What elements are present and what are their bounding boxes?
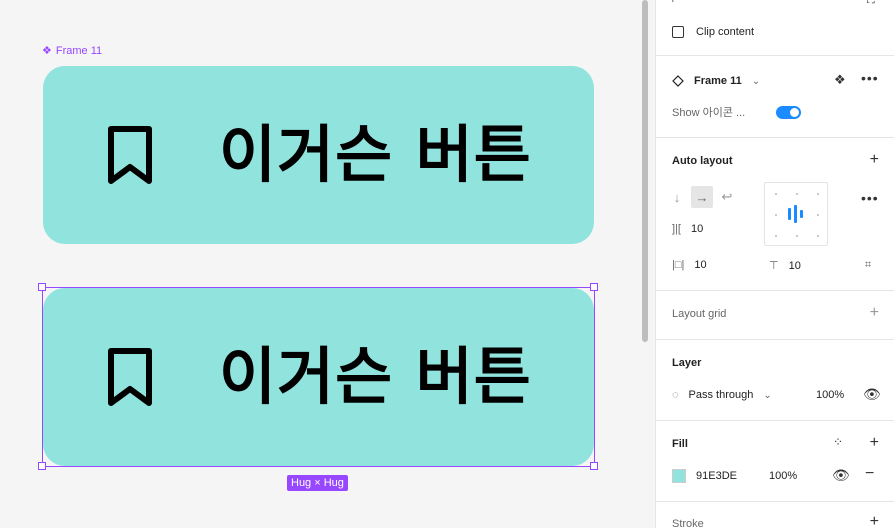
direction-wrap-icon[interactable]: ↩ (716, 186, 738, 208)
alignment-grid[interactable] (764, 182, 828, 246)
add-icon[interactable]: + (870, 151, 879, 169)
stroke-title: Stroke (672, 518, 704, 528)
padding-horizontal-row[interactable]: |□| 10 (672, 259, 707, 271)
component-icon: ❖ (42, 45, 52, 57)
resize-handle-top-left[interactable] (38, 283, 46, 291)
auto-layout-section: Auto layout + ↓ → ↩ ]|[ 10 ••• |□| 10 ⊤ … (656, 137, 894, 290)
blend-drop-icon: ◌ (672, 389, 679, 401)
style-grid-icon[interactable]: ⁘ (833, 435, 843, 449)
resize-handle-bottom-right[interactable] (590, 462, 598, 470)
clip-content-label: Clip content (696, 26, 755, 38)
eye-icon[interactable]: 👁 (832, 467, 850, 484)
resize-handle-bottom-left[interactable] (38, 462, 46, 470)
independent-padding-icon[interactable]: ⌗ (865, 259, 871, 272)
add-icon[interactable]: + (870, 434, 879, 452)
fill-section: Fill ⁘ + 91E3DE 100% 👁 − (656, 420, 894, 501)
padding-horizontal-icon: |□| (672, 259, 685, 271)
component-property-row[interactable]: Show 아이콘 ... (672, 105, 745, 119)
fill-hex[interactable]: 91E3DE (696, 470, 737, 482)
layout-grid-title: Layout grid (672, 308, 727, 320)
fullscreen-icon[interactable]: ⛶ (867, 0, 875, 7)
add-icon[interactable]: + (870, 513, 879, 528)
align-indicator (788, 208, 791, 220)
button-label: 이거슨 버튼 (219, 118, 532, 191)
padding-vertical-icon: ⊤ (769, 260, 779, 272)
eye-icon[interactable]: 👁 (863, 386, 881, 403)
chevron-down-icon: ⌄ (763, 389, 772, 401)
dimensions-row-partial: ⌐ ⛶ (672, 0, 882, 6)
size-badge: Hug × Hug (287, 475, 348, 491)
constraint-icon: ⌐ (672, 0, 678, 6)
direction-horizontal-icon[interactable]: → (691, 186, 713, 208)
fill-title: Fill (672, 438, 688, 450)
component-icon[interactable]: ❖ (834, 72, 846, 88)
more-options-icon[interactable]: ••• (861, 190, 879, 206)
padding-vertical-row[interactable]: ⊤ 10 (769, 259, 801, 273)
component-section: Frame 11 ⌄ ❖ ••• Show 아이콘 ... (656, 55, 894, 137)
bookmark-icon (108, 126, 152, 184)
direction-vertical-icon[interactable]: ↓ (666, 186, 688, 208)
button-instance[interactable]: 이거슨 버튼 (43, 288, 594, 466)
component-name: Frame 11 (694, 75, 742, 87)
layer-section: Layer ◌ Pass through ⌄ 100% 👁 (656, 339, 894, 420)
gap-icon: ]|[ (672, 223, 681, 235)
component-name-row[interactable]: Frame 11 ⌄ (672, 73, 760, 89)
canvas-scrollbar[interactable] (640, 0, 648, 528)
blend-mode-select[interactable]: ◌ Pass through ⌄ (672, 389, 772, 401)
fill-color-row[interactable]: 91E3DE (672, 469, 737, 483)
scroll-thumb[interactable] (642, 0, 648, 342)
color-swatch[interactable] (672, 469, 686, 483)
frame-label[interactable]: ❖ Frame 11 (42, 44, 103, 58)
remove-icon[interactable]: − (865, 465, 874, 483)
layout-grid-section: Layout grid + (656, 290, 894, 339)
button-label: 이거슨 버튼 (219, 340, 532, 413)
layer-opacity[interactable]: 100% (816, 389, 844, 401)
gap-row[interactable]: ]|[ 10 (672, 223, 703, 235)
clip-content-row[interactable]: Clip content (672, 24, 754, 40)
clip-content-checkbox[interactable] (672, 26, 684, 38)
blend-mode-value: Pass through (688, 389, 754, 401)
chevron-down-icon[interactable]: ⌄ (752, 76, 760, 87)
more-options-icon[interactable]: ••• (861, 70, 879, 86)
fill-opacity[interactable]: 100% (769, 470, 797, 482)
bookmark-icon (108, 348, 152, 406)
properties-panel: ⌐ ⛶ Clip content Frame 11 ⌄ ❖ ••• Show 아… (655, 0, 894, 528)
instance-diamond-icon (672, 75, 684, 87)
design-canvas[interactable]: ❖ Frame 11 이거슨 버튼 이거슨 버튼 Hug × Hug (0, 0, 643, 528)
frame-label-text: Frame 11 (55, 44, 103, 57)
resize-handle-top-right[interactable] (590, 283, 598, 291)
button-component-main[interactable]: 이거슨 버튼 (43, 66, 594, 244)
stroke-section: Stroke + (656, 501, 894, 528)
layer-title: Layer (672, 357, 702, 369)
padding-vertical-value[interactable]: 10 (789, 260, 801, 272)
auto-layout-title: Auto layout (672, 155, 733, 167)
add-icon[interactable]: + (870, 304, 879, 322)
padding-horizontal-value[interactable]: 10 (694, 259, 706, 271)
gap-value[interactable]: 10 (691, 223, 703, 235)
property-label: Show 아이콘 ... (672, 107, 746, 119)
show-icon-toggle[interactable] (776, 106, 801, 119)
